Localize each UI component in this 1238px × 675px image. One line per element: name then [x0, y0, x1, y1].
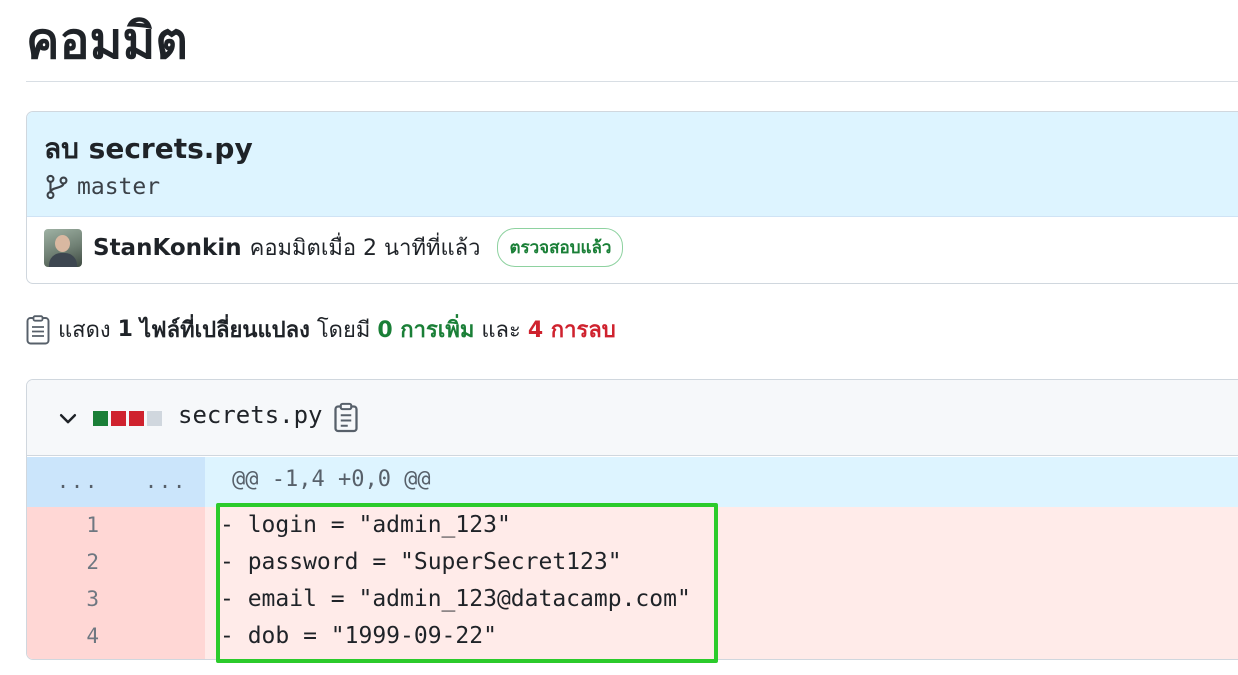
hunk-range: @@ -1,4 +0,0 @@: [232, 467, 431, 492]
additions-count: 0 การเพิ่ม: [377, 318, 475, 343]
git-branch-icon: [46, 174, 68, 200]
summary-prefix: แสดง: [58, 318, 111, 343]
page-title: คอมมิต: [26, 12, 188, 70]
files-label[interactable]: ไฟล์ที่เปลี่ยนแปลง: [140, 312, 310, 347]
branch-name[interactable]: master: [77, 174, 160, 200]
line-number[interactable]: 3: [67, 581, 99, 618]
diffstat-block: [93, 411, 108, 426]
files-count: 1: [117, 317, 133, 342]
hunk-expand-right[interactable]: ...: [145, 469, 187, 493]
verified-badge[interactable]: ตรวจสอบแล้ว: [497, 228, 624, 267]
diffstat-bar: [93, 411, 165, 426]
line-number[interactable]: 4: [67, 618, 99, 655]
title-divider: [26, 81, 1238, 82]
branch-indicator[interactable]: master: [44, 174, 160, 200]
file-name[interactable]: secrets.py: [178, 401, 323, 429]
commit-title-area: ลบ secrets.py master: [27, 112, 1238, 217]
diffstat-block: [111, 411, 126, 426]
avatar[interactable]: [44, 228, 82, 267]
line-number[interactable]: 2: [67, 544, 99, 581]
copy-icon[interactable]: [332, 401, 360, 433]
diffstat-block: [147, 411, 162, 426]
file-header: secrets.py: [27, 380, 1238, 456]
chevron-down-icon[interactable]: [57, 407, 79, 429]
deletions-count: 4 การลบ: [527, 318, 616, 343]
hunk-header: ... ... @@ -1,4 +0,0 @@: [27, 457, 1238, 507]
commit-message: ลบ secrets.py: [44, 132, 253, 165]
hunk-expand-left[interactable]: ...: [57, 469, 99, 493]
diff-summary: แสดง 1 ไฟล์ที่เปลี่ยนแปลง โดยมี 0 การเพิ…: [26, 312, 616, 347]
commit-header: ลบ secrets.py master StanKonkin คอมมิตเม…: [26, 111, 1238, 284]
summary-conjunction: และ: [481, 318, 521, 343]
commit-meta: StanKonkin คอมมิตเมื่อ 2 นาทีที่แล้ว ตรว…: [44, 228, 624, 267]
highlight-box: [216, 503, 718, 663]
line-number[interactable]: 1: [67, 507, 99, 544]
diffstat-block: [129, 411, 144, 426]
file-diff-icon: [26, 314, 50, 344]
summary-middle: โดยมี: [316, 318, 371, 343]
author-link[interactable]: StanKonkin: [93, 235, 242, 261]
commit-time: คอมมิตเมื่อ 2 นาทีที่แล้ว: [249, 236, 481, 261]
